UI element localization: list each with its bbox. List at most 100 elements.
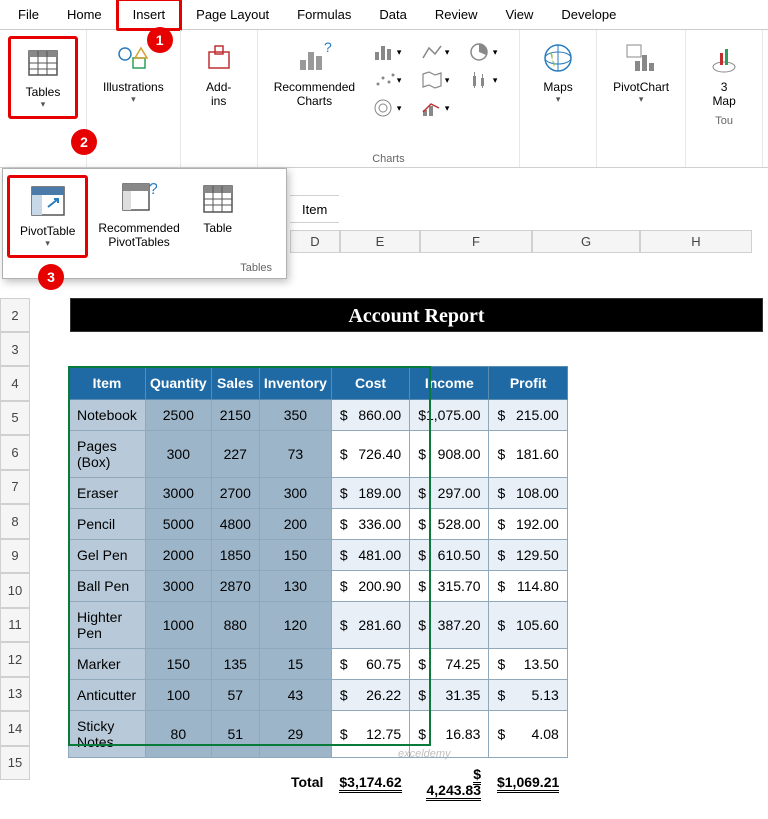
cell[interactable]: $13.50: [489, 649, 567, 680]
cell[interactable]: 2150: [211, 400, 259, 431]
cell[interactable]: 120: [259, 602, 331, 649]
3d-map-button[interactable]: 3 Map: [694, 36, 754, 113]
header-cost[interactable]: Cost: [331, 367, 409, 400]
cell[interactable]: $610.50: [410, 540, 489, 571]
row-header-6[interactable]: 6: [0, 435, 30, 470]
chart-pie-button[interactable]: ▾: [465, 40, 501, 64]
cell[interactable]: Notebook: [69, 400, 146, 431]
cell[interactable]: Anticutter: [69, 680, 146, 711]
chart-combo-button[interactable]: ▾: [417, 96, 453, 120]
cell[interactable]: 130: [259, 571, 331, 602]
row-header-12[interactable]: 12: [0, 642, 30, 677]
cell[interactable]: 880: [211, 602, 259, 649]
cell[interactable]: Eraser: [69, 478, 146, 509]
cell[interactable]: Highter Pen: [69, 602, 146, 649]
cell[interactable]: 150: [259, 540, 331, 571]
cell[interactable]: $108.00: [489, 478, 567, 509]
cell[interactable]: $387.20: [410, 602, 489, 649]
tab-view[interactable]: View: [491, 1, 547, 28]
cell[interactable]: $26.22: [331, 680, 409, 711]
cell[interactable]: 29: [259, 711, 331, 758]
table-row[interactable]: Eraser30002700300$189.00$297.00$108.00: [69, 478, 568, 509]
table-row[interactable]: Marker15013515$60.75$74.25$13.50: [69, 649, 568, 680]
col-header-d[interactable]: D: [290, 230, 340, 253]
maps-button[interactable]: Maps ▾: [528, 36, 588, 109]
cell[interactable]: 100: [145, 680, 211, 711]
cell[interactable]: 1000: [145, 602, 211, 649]
chart-line-button[interactable]: ▾: [417, 40, 453, 64]
cell[interactable]: 15: [259, 649, 331, 680]
cell[interactable]: 57: [211, 680, 259, 711]
cell[interactable]: 3000: [145, 478, 211, 509]
row-header-13[interactable]: 13: [0, 677, 30, 712]
tab-file[interactable]: File: [4, 1, 53, 28]
table-row[interactable]: Pages (Box)30022773$726.40$908.00$181.60: [69, 431, 568, 478]
header-item[interactable]: Item: [69, 367, 146, 400]
table-row[interactable]: Notebook25002150350$860.00$1,075.00$215.…: [69, 400, 568, 431]
cell[interactable]: $105.60: [489, 602, 567, 649]
cell[interactable]: $297.00: [410, 478, 489, 509]
cell[interactable]: $114.80: [489, 571, 567, 602]
cell[interactable]: 43: [259, 680, 331, 711]
header-quantity[interactable]: Quantity: [145, 367, 211, 400]
row-header-2[interactable]: 2: [0, 298, 30, 332]
row-header-3[interactable]: 3: [0, 332, 30, 366]
row-header-15[interactable]: 15: [0, 746, 30, 781]
tab-review[interactable]: Review: [421, 1, 492, 28]
tab-formulas[interactable]: Formulas: [283, 1, 365, 28]
col-header-h[interactable]: H: [640, 230, 752, 253]
cell[interactable]: 51: [211, 711, 259, 758]
row-header-9[interactable]: 9: [0, 539, 30, 574]
chart-stock-button[interactable]: ▾: [465, 68, 501, 92]
table-row[interactable]: Ball Pen30002870130$200.90$315.70$114.80: [69, 571, 568, 602]
cell[interactable]: 73: [259, 431, 331, 478]
cell[interactable]: 5000: [145, 509, 211, 540]
cell[interactable]: 135: [211, 649, 259, 680]
cell[interactable]: Pencil: [69, 509, 146, 540]
cell[interactable]: $129.50: [489, 540, 567, 571]
cell[interactable]: 300: [145, 431, 211, 478]
cell[interactable]: $481.00: [331, 540, 409, 571]
header-sales[interactable]: Sales: [211, 367, 259, 400]
cell[interactable]: $189.00: [331, 478, 409, 509]
cell[interactable]: $5.13: [489, 680, 567, 711]
pivotchart-button[interactable]: PivotChart ▾: [605, 36, 677, 109]
cell[interactable]: 300: [259, 478, 331, 509]
table-button[interactable]: Table: [190, 175, 246, 258]
tab-home[interactable]: Home: [53, 1, 116, 28]
pivottable-button[interactable]: PivotTable ▾ 3: [7, 175, 88, 258]
cell[interactable]: 2870: [211, 571, 259, 602]
addins-button[interactable]: Add- ins: [189, 36, 249, 113]
header-profit[interactable]: Profit: [489, 367, 567, 400]
cell[interactable]: 150: [145, 649, 211, 680]
cell[interactable]: 2700: [211, 478, 259, 509]
formula-bar[interactable]: Item: [290, 195, 339, 223]
cell[interactable]: 227: [211, 431, 259, 478]
table-row[interactable]: Sticky Notes805129$12.75$16.83$4.08: [69, 711, 568, 758]
col-header-g[interactable]: G: [532, 230, 640, 253]
cell[interactable]: $336.00: [331, 509, 409, 540]
table-row[interactable]: Anticutter1005743$26.22$31.35$5.13: [69, 680, 568, 711]
tab-developer[interactable]: Develope: [547, 1, 630, 28]
cell[interactable]: $281.60: [331, 602, 409, 649]
col-header-e[interactable]: E: [340, 230, 420, 253]
cell[interactable]: $315.70: [410, 571, 489, 602]
row-header-4[interactable]: 4: [0, 366, 30, 401]
tab-insert[interactable]: Insert 1: [116, 0, 183, 31]
cell[interactable]: 350: [259, 400, 331, 431]
row-header-10[interactable]: 10: [0, 573, 30, 608]
col-header-f[interactable]: F: [420, 230, 532, 253]
chart-hierarchy-button[interactable]: ▾: [369, 96, 405, 120]
cell[interactable]: $726.40: [331, 431, 409, 478]
row-header-8[interactable]: 8: [0, 504, 30, 539]
tab-data[interactable]: Data: [365, 1, 420, 28]
cell[interactable]: $31.35: [410, 680, 489, 711]
row-header-14[interactable]: 14: [0, 711, 30, 746]
cell[interactable]: $860.00: [331, 400, 409, 431]
recommended-charts-button[interactable]: ? Recommended Charts: [266, 36, 363, 113]
cell[interactable]: $60.75: [331, 649, 409, 680]
cell[interactable]: $528.00: [410, 509, 489, 540]
row-header-11[interactable]: 11: [0, 608, 30, 643]
table-row[interactable]: Highter Pen1000880120$281.60$387.20$105.…: [69, 602, 568, 649]
tables-button[interactable]: Tables ▾ 2: [8, 36, 78, 119]
